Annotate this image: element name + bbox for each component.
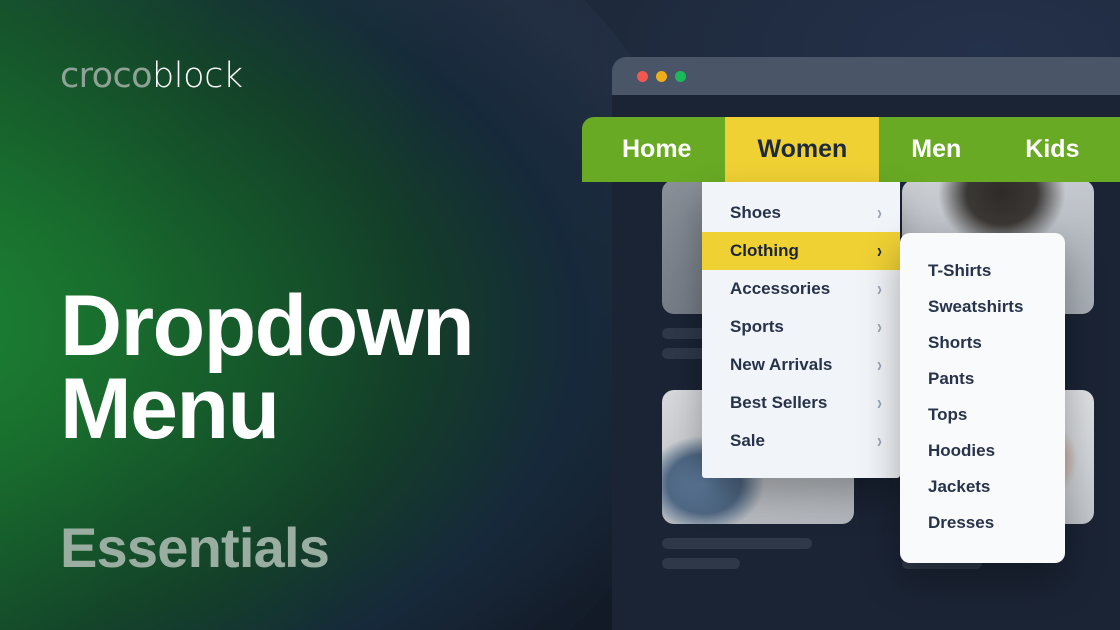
logo-mark-text: croco — [60, 56, 153, 96]
dropdown-item-label: Shoes — [730, 203, 782, 222]
submenu-item-shorts[interactable]: Shorts — [900, 325, 1065, 361]
poster-stage: croco block Dropdown Menu Essentials Hom… — [0, 0, 1120, 630]
crocoblock-logo: croco block — [60, 56, 243, 96]
dropdown-item-label: New Arrivals — [730, 355, 833, 374]
page-title-line-1: Dropdown — [60, 278, 475, 374]
dropdown-item-label: Accessories — [730, 279, 831, 298]
dropdown-item-clothing[interactable]: Clothing › — [702, 232, 900, 270]
page-subtitle: Essentials — [60, 516, 330, 579]
dropdown-item-sports[interactable]: Sports › — [702, 308, 900, 346]
dropdown-item-new-arrivals[interactable]: New Arrivals › — [702, 346, 900, 384]
chevron-right-icon: › — [877, 429, 882, 453]
submenu-item-pants[interactable]: Pants — [900, 361, 1065, 397]
dropdown-menu-women: Shoes › Clothing › Accessories › Sports … — [702, 182, 900, 478]
submenu-item-jackets[interactable]: Jackets — [900, 469, 1065, 505]
dropdown-item-accessories[interactable]: Accessories › — [702, 270, 900, 308]
submenu-item-dresses[interactable]: Dresses — [900, 505, 1065, 541]
dropdown-item-label: Best Sellers — [730, 393, 828, 412]
dropdown-item-sale[interactable]: Sale › — [702, 422, 900, 460]
submenu-clothing: T-Shirts Sweatshirts Shorts Pants Tops H… — [900, 233, 1065, 563]
dropdown-item-shoes[interactable]: Shoes › — [702, 194, 900, 232]
placeholder-line — [662, 538, 812, 549]
chevron-right-icon: › — [877, 391, 882, 415]
chevron-right-icon: › — [877, 353, 882, 377]
nav-item-outlet[interactable]: Outlet — [1111, 117, 1120, 182]
dropdown-item-best-sellers[interactable]: Best Sellers › — [702, 384, 900, 422]
placeholder-line — [662, 558, 740, 569]
submenu-item-sweatshirts[interactable]: Sweatshirts — [900, 289, 1065, 325]
chevron-right-icon: › — [877, 315, 882, 339]
product-text-placeholder — [662, 538, 854, 569]
chevron-right-icon: › — [877, 201, 882, 225]
page-title: Dropdown Menu — [60, 283, 580, 458]
page-title-line-2: Menu — [60, 361, 280, 458]
logo-word-text: block — [151, 56, 243, 96]
dropdown-item-label: Sale — [730, 431, 765, 450]
dropdown-item-label: Clothing — [730, 241, 799, 260]
nav-item-women[interactable]: Women — [725, 117, 880, 182]
submenu-item-hoodies[interactable]: Hoodies — [900, 433, 1065, 469]
nav-item-home[interactable]: Home — [582, 117, 725, 182]
nav-item-men[interactable]: Men — [879, 117, 993, 182]
main-navigation: Home Women Men Kids Outlet — [582, 117, 1120, 182]
browser-title-bar — [612, 57, 1120, 95]
maximize-dot-icon[interactable] — [675, 70, 686, 82]
dropdown-item-label: Sports — [730, 317, 784, 336]
submenu-item-tops[interactable]: Tops — [900, 397, 1065, 433]
chevron-right-icon: › — [877, 277, 882, 301]
chevron-right-icon: › — [877, 239, 882, 263]
close-dot-icon[interactable] — [637, 70, 648, 82]
minimize-dot-icon[interactable] — [656, 70, 667, 82]
submenu-item-t-shirts[interactable]: T-Shirts — [900, 253, 1065, 289]
nav-item-kids[interactable]: Kids — [993, 117, 1111, 182]
